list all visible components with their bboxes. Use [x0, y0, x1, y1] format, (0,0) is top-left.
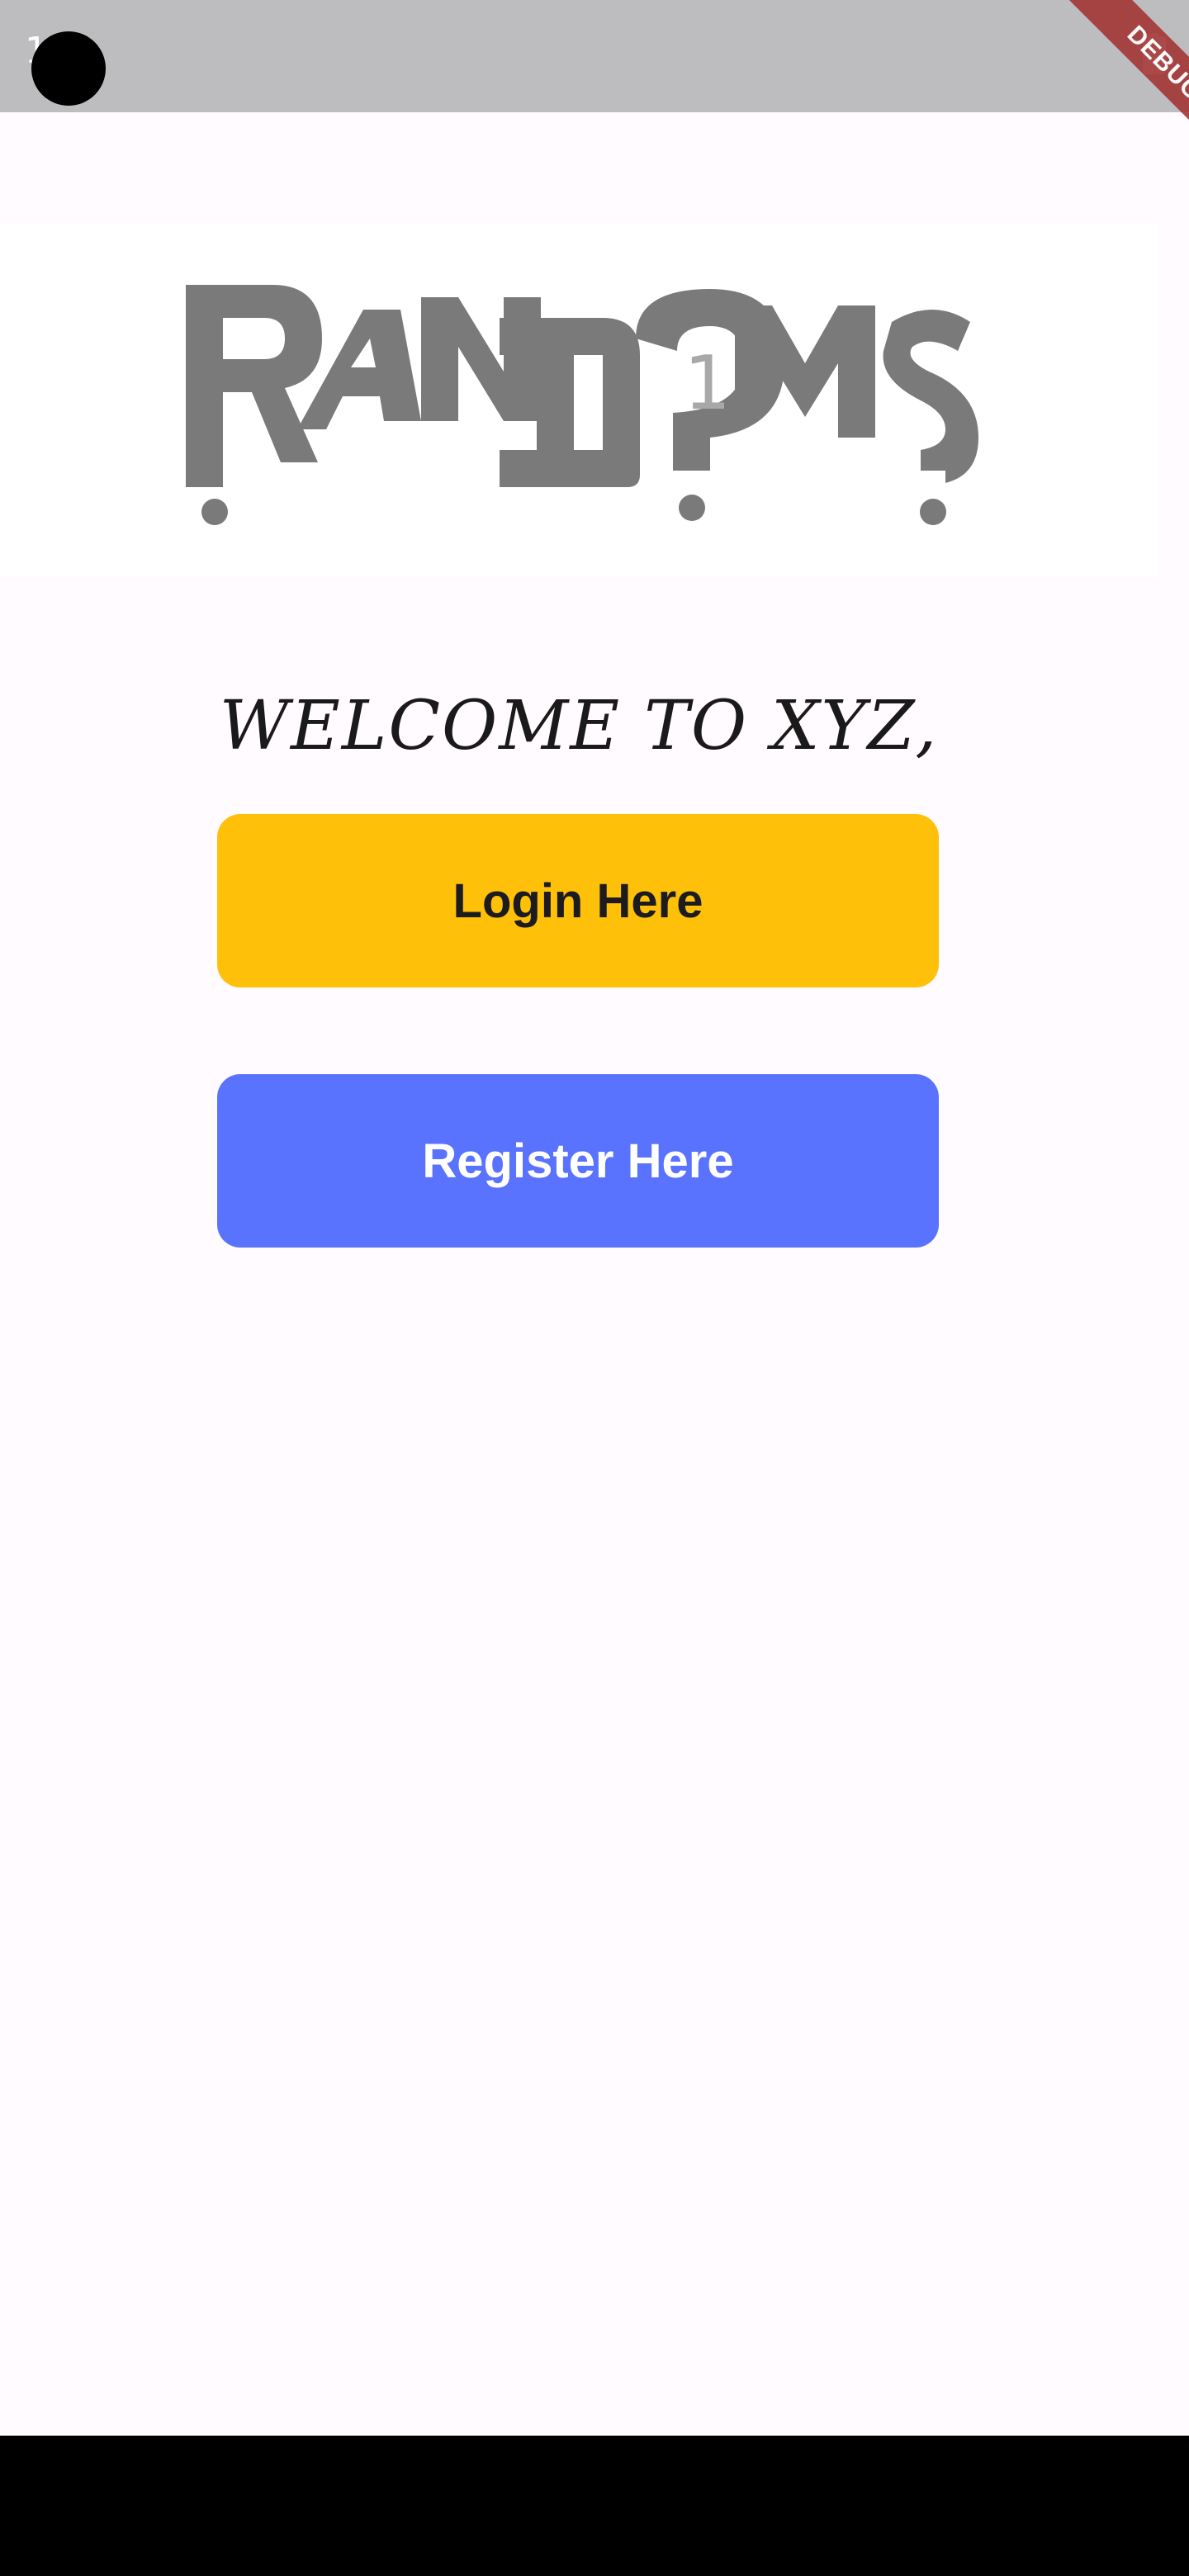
register-button[interactable]: Register Here [217, 1074, 939, 1248]
login-button[interactable]: Login Here [217, 814, 939, 987]
randoms-logo-icon: 1 [186, 285, 978, 525]
camera-cutout [31, 31, 106, 106]
system-navigation-bar [0, 2436, 1189, 2576]
debug-banner: DEBUG [1007, 0, 1189, 182]
debug-label: DEBUG [1054, 0, 1189, 173]
logo-badge-number: 1 [684, 340, 731, 427]
welcome-title: WELCOME TO XYZ, [219, 687, 939, 765]
logo-panel: 1 [0, 223, 1158, 578]
app-screen: 1 6 DEBUG [0, 0, 1189, 2576]
